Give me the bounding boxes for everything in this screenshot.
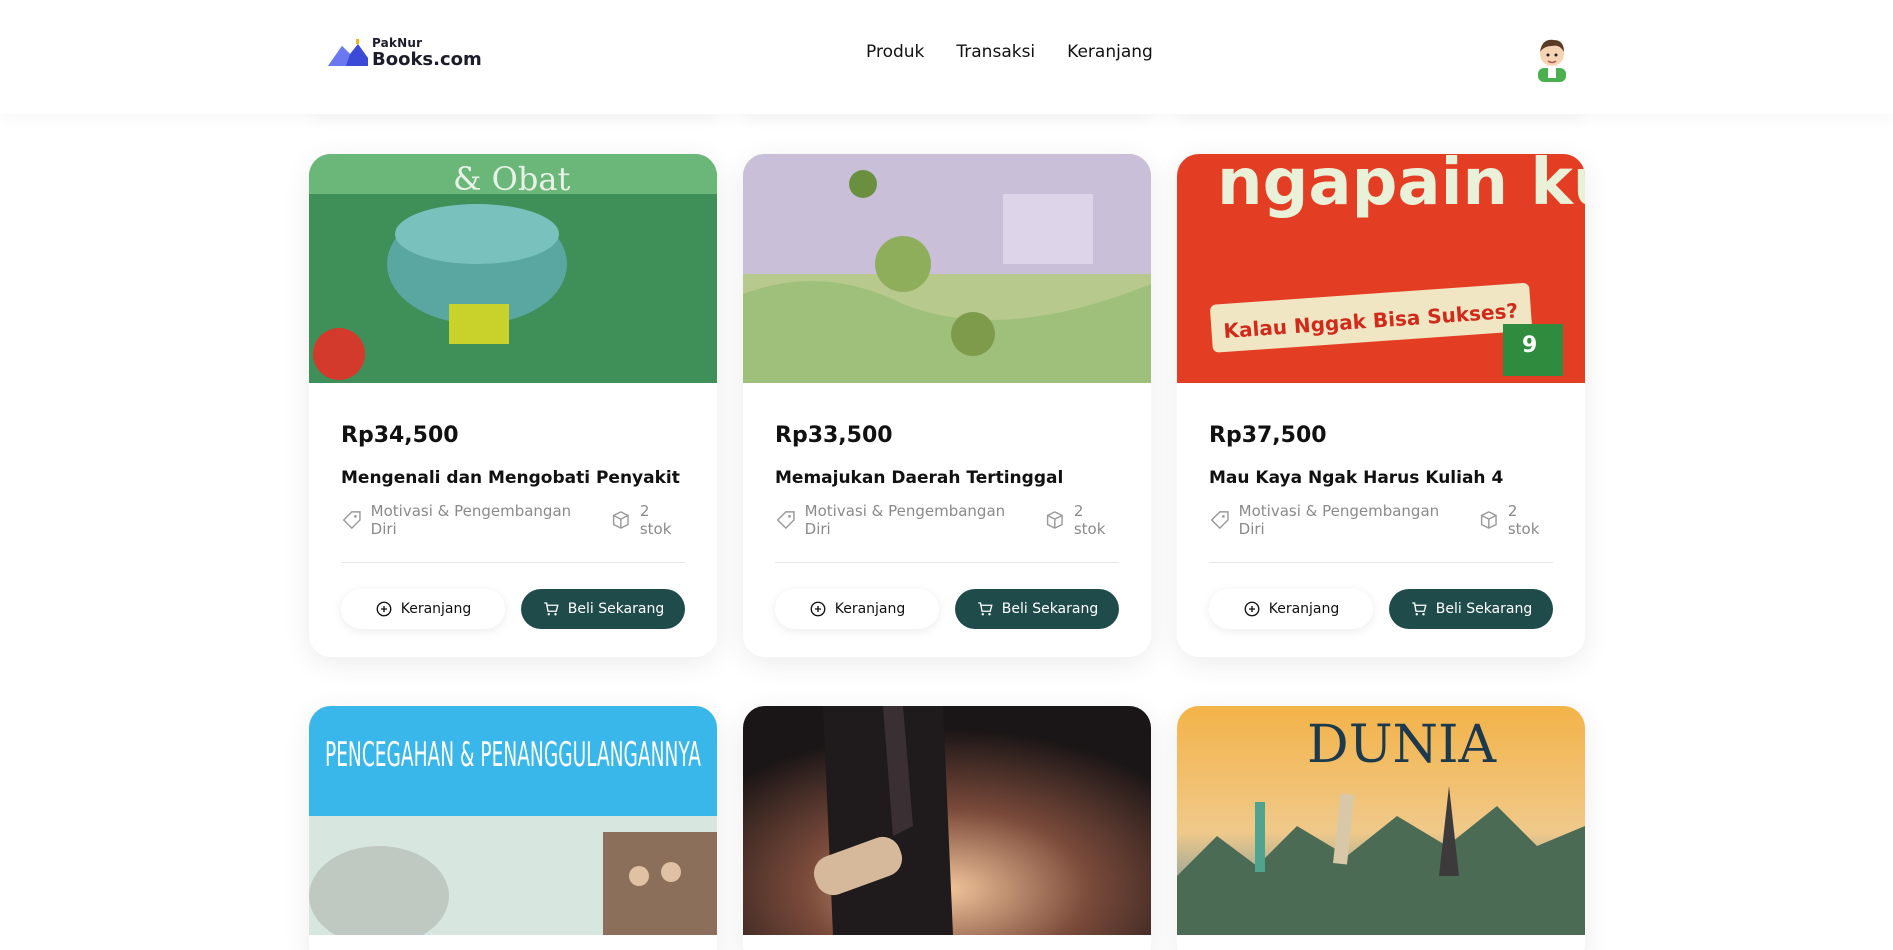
brand-name-small: PakNur — [372, 36, 423, 50]
product-card — [743, 706, 1151, 950]
page: PakNur Books.com Produk Transaksi Keranj… — [0, 0, 1893, 950]
add-to-cart-label: Keranjang — [1268, 601, 1340, 617]
box-icon — [1047, 511, 1063, 529]
buy-now-label: Beli Sekarang — [1435, 601, 1533, 617]
brand-name-big: Books.com — [372, 49, 482, 70]
add-to-cart-label: Keranjang — [400, 601, 472, 617]
cart-icon — [978, 602, 993, 616]
book-cover-image: PENCEGAHAN & PENANGGULANGANNYA — [309, 706, 717, 935]
product-category: Motivasi & Pengembangan Diri — [804, 502, 1006, 538]
add-to-cart-button[interactable]: Keranjang — [341, 589, 505, 629]
buy-now-label: Beli Sekarang — [567, 601, 665, 617]
product-cover[interactable] — [743, 706, 1151, 935]
product-card: Rp33,500 Memajukan Daerah Tertinggal Mot… — [743, 154, 1151, 657]
product-stock: 2 stok — [1073, 502, 1106, 538]
cart-icon — [544, 602, 559, 616]
product-stock: 2 stok — [639, 502, 672, 538]
add-to-cart-button[interactable]: Keranjang — [775, 589, 939, 629]
product-cover[interactable]: DUNIA — [1177, 706, 1585, 935]
nav-transaksi[interactable]: Transaksi — [956, 42, 1035, 62]
book-cover-image: & Obat — [309, 154, 717, 383]
plus-circle-icon — [1244, 601, 1260, 617]
book-cover-image: DUNIA — [1177, 706, 1585, 935]
product-price: Rp33,500 — [775, 423, 893, 448]
cover-text: DUNIA — [1307, 715, 1498, 775]
box-icon — [1481, 511, 1497, 529]
nav-keranjang[interactable]: Keranjang — [1067, 42, 1153, 62]
book-cover-image: ngapain kuliah Kalau Nggak Bisa Sukses? … — [1177, 154, 1585, 383]
cover-text: ngapain kuliah — [1217, 154, 1585, 220]
tag-icon — [776, 511, 795, 530]
product-card: & Obat Rp34,500 Mengenali dan Mengobati … — [309, 154, 717, 657]
buy-now-label: Beli Sekarang — [1001, 601, 1099, 617]
box-icon — [613, 511, 629, 529]
svg-text:9: 9 — [1522, 333, 1537, 358]
product-card: DUNIA — [1177, 706, 1585, 950]
product-price: Rp34,500 — [341, 423, 459, 448]
cart-icon — [1412, 602, 1427, 616]
tag-icon — [342, 511, 361, 530]
product-title[interactable]: Mengenali dan Mengobati Penyakit — [341, 468, 685, 488]
tag-icon — [1210, 511, 1229, 530]
plus-circle-icon — [376, 601, 392, 617]
buy-now-button[interactable]: Beli Sekarang — [521, 589, 685, 629]
product-title[interactable]: Memajukan Daerah Tertinggal — [775, 468, 1119, 488]
product-stock: 2 stok — [1507, 502, 1540, 538]
cover-text: & Obat — [453, 160, 570, 198]
card-divider — [775, 562, 1119, 563]
buy-now-button[interactable]: Beli Sekarang — [1389, 589, 1553, 629]
top-navbar: PakNur Books.com Produk Transaksi Keranj… — [0, 0, 1893, 114]
product-cover[interactable]: ngapain kuliah Kalau Nggak Bisa Sukses? … — [1177, 154, 1585, 383]
product-title[interactable]: Mau Kaya Ngak Harus Kuliah 4 — [1209, 468, 1553, 488]
plus-circle-icon — [810, 601, 826, 617]
book-cover-image — [743, 706, 1151, 935]
card-divider — [1209, 562, 1553, 563]
brand-logo[interactable]: PakNur Books.com — [326, 36, 482, 70]
book-cover-image — [743, 154, 1151, 383]
nav-produk[interactable]: Produk — [866, 42, 924, 62]
product-cover[interactable] — [743, 154, 1151, 383]
product-card: PENCEGAHAN & PENANGGULANGANNYA — [309, 706, 717, 950]
add-to-cart-label: Keranjang — [834, 601, 906, 617]
product-card: ngapain kuliah Kalau Nggak Bisa Sukses? … — [1177, 154, 1585, 657]
add-to-cart-button[interactable]: Keranjang — [1209, 589, 1373, 629]
logo-house-icon — [328, 39, 368, 66]
buy-now-button[interactable]: Beli Sekarang — [955, 589, 1119, 629]
product-cover[interactable]: PENCEGAHAN & PENANGGULANGANNYA — [309, 706, 717, 935]
product-category: Motivasi & Pengembangan Diri — [370, 502, 572, 538]
user-avatar[interactable] — [1530, 34, 1574, 82]
product-price: Rp37,500 — [1209, 423, 1327, 448]
product-category: Motivasi & Pengembangan Diri — [1238, 502, 1440, 538]
product-cover[interactable]: & Obat — [309, 154, 717, 383]
cover-text: PENCEGAHAN & PENANGGULANGANNYA — [325, 735, 701, 775]
card-divider — [341, 562, 685, 563]
main-nav: Produk Transaksi Keranjang — [866, 42, 1153, 62]
